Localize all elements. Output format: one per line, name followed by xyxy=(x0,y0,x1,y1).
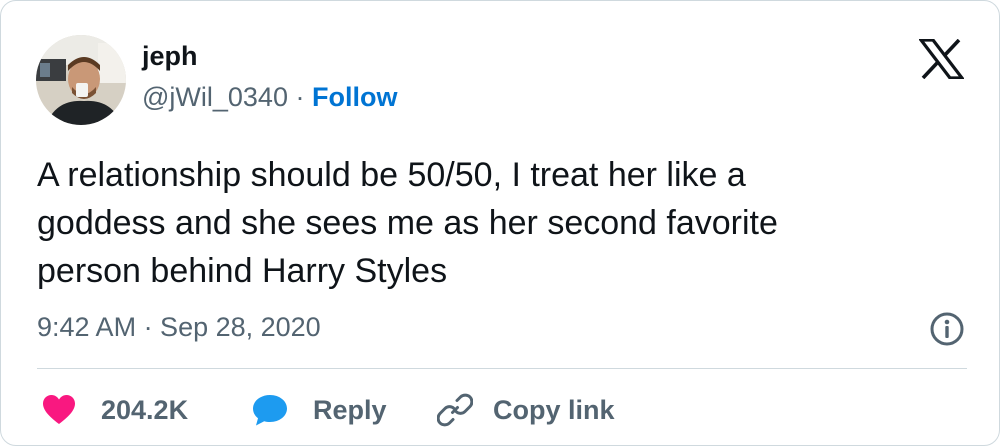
handle-row: @jWil_0340 · Follow xyxy=(142,81,397,113)
tweet-text: A relationship should be 50/50, I treat … xyxy=(37,156,778,290)
user-handle[interactable]: @jWil_0340 xyxy=(142,82,288,112)
info-icon[interactable] xyxy=(929,311,965,347)
heart-icon xyxy=(41,392,77,428)
link-icon xyxy=(436,392,474,428)
like-count: 204.2K xyxy=(101,394,189,425)
divider xyxy=(37,368,967,369)
reply-button[interactable]: Reply xyxy=(251,386,387,434)
reply-label: Reply xyxy=(313,394,387,425)
follow-link[interactable]: Follow xyxy=(312,82,397,112)
display-name[interactable]: jeph xyxy=(142,41,198,71)
handle-separator: · xyxy=(295,82,305,112)
avatar-photo xyxy=(36,35,126,125)
x-logo-icon[interactable] xyxy=(917,38,966,80)
like-button[interactable]: 204.2K xyxy=(41,386,188,434)
speech-bubble-icon xyxy=(251,392,287,428)
action-bar: 204.2K Reply Copy link xyxy=(1,386,1000,434)
copy-link-button[interactable]: Copy link xyxy=(436,386,615,434)
tweet-timestamp[interactable]: 9:42 AM · Sep 28, 2020 xyxy=(37,311,321,343)
avatar[interactable] xyxy=(36,35,126,125)
copy-link-label: Copy link xyxy=(493,394,615,425)
tweet-card: jeph @jWil_0340 · Follow A relationship … xyxy=(0,0,1000,446)
